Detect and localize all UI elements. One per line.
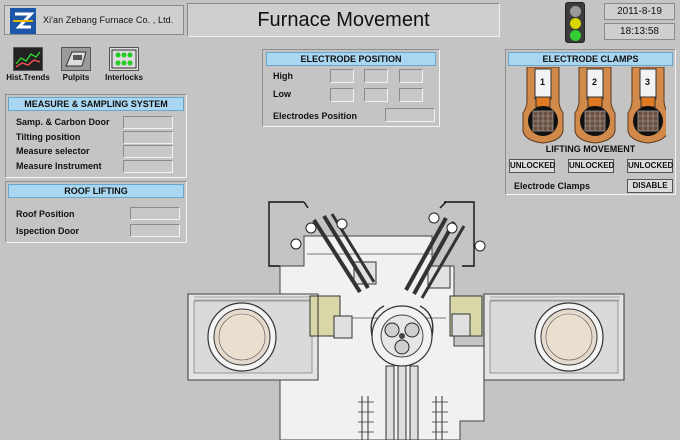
- traffic-lamp-green: [570, 30, 581, 41]
- low-field-3: [399, 88, 423, 102]
- measure-instrument-field: [123, 160, 173, 173]
- clamp-number-2: 2: [592, 77, 598, 87]
- trend-chart-icon: [13, 47, 43, 71]
- time-display: 18:13:58: [604, 23, 675, 40]
- high-field-3: [399, 69, 423, 83]
- electrode-clamps-label: Electrode Clamps: [514, 181, 591, 191]
- hist-trends-label: Hist.Trends: [6, 73, 50, 82]
- page-title-box: Furnace Movement: [187, 3, 500, 37]
- lifting-status-2: UNLOCKED: [568, 159, 614, 173]
- high-field-2: [364, 69, 388, 83]
- traffic-lamp-yellow: [570, 18, 581, 29]
- zebang-logo-icon: [10, 8, 36, 34]
- traffic-lamp-off: [570, 6, 581, 17]
- electrode-clamps-diagram: [522, 67, 666, 144]
- measure-instrument-label: Measure Instrument: [16, 161, 102, 171]
- roof-position-label: Roof Position: [16, 209, 75, 219]
- measure-sampling-title: MEASURE & SAMPLING SYSTEM: [8, 97, 184, 111]
- electrode-position-title: ELECTRODE POSITION: [266, 52, 436, 66]
- measure-selector-label: Measure selector: [16, 146, 90, 156]
- roof-lifting-title: ROOF LIFTING: [8, 184, 184, 198]
- company-name: Xi'an Zebang Furnace Co. , Ltd.: [43, 15, 174, 25]
- inspection-door-label: Ispection Door: [16, 226, 80, 236]
- date-display: 2011-8-19: [604, 3, 675, 20]
- inspection-door-field: [130, 224, 180, 237]
- tilting-position-label: Tilting position: [16, 132, 81, 142]
- lifting-movement-label: LIFTING MOVEMENT: [545, 144, 636, 154]
- low-field-1: [330, 88, 354, 102]
- furnace-diagram: [187, 201, 625, 440]
- pulpits-button[interactable]: Pulpits: [54, 47, 98, 82]
- measure-sampling-panel: MEASURE & SAMPLING SYSTEM Samp. & Carbon…: [5, 94, 187, 178]
- interlocks-button[interactable]: Interlocks: [102, 47, 146, 82]
- electrode-clamps-status[interactable]: DISABLE: [627, 179, 673, 193]
- hist-trends-button[interactable]: Hist.Trends: [6, 47, 50, 82]
- lifting-status-3: UNLOCKED: [627, 159, 673, 173]
- low-label: Low: [273, 89, 291, 99]
- pulpits-icon: [61, 47, 91, 71]
- roof-lifting-panel: ROOF LIFTING Roof Position Ispection Doo…: [5, 181, 187, 243]
- electrode-clamps-panel: ELECTRODE CLAMPS 1 2 3 LIFTING MOVEMENT …: [505, 49, 676, 195]
- electrodes-position-label: Electrodes Position: [273, 111, 358, 121]
- samp-carbon-door-field: [123, 116, 173, 129]
- high-field-1: [330, 69, 354, 83]
- interlocks-icon: [109, 47, 139, 71]
- lifting-status-1: UNLOCKED: [509, 159, 555, 173]
- roof-position-field: [130, 207, 180, 220]
- pulpits-label: Pulpits: [62, 73, 90, 82]
- company-logo-box: Xi'an Zebang Furnace Co. , Ltd.: [4, 5, 184, 35]
- traffic-light-icon: [565, 2, 585, 43]
- samp-carbon-door-label: Samp. & Carbon Door: [16, 117, 110, 127]
- electrode-position-panel: ELECTRODE POSITION High Low Electrodes P…: [262, 49, 440, 127]
- clamp-number-1: 1: [540, 77, 546, 87]
- measure-selector-field: [123, 145, 173, 158]
- tilting-position-field: [123, 131, 173, 144]
- page-title: Furnace Movement: [257, 9, 430, 31]
- high-label: High: [273, 71, 293, 81]
- electrode-clamps-title: ELECTRODE CLAMPS: [508, 52, 673, 66]
- clamp-number-3: 3: [645, 77, 651, 87]
- low-field-2: [364, 88, 388, 102]
- interlocks-label: Interlocks: [105, 73, 143, 82]
- electrodes-position-field: [385, 108, 435, 122]
